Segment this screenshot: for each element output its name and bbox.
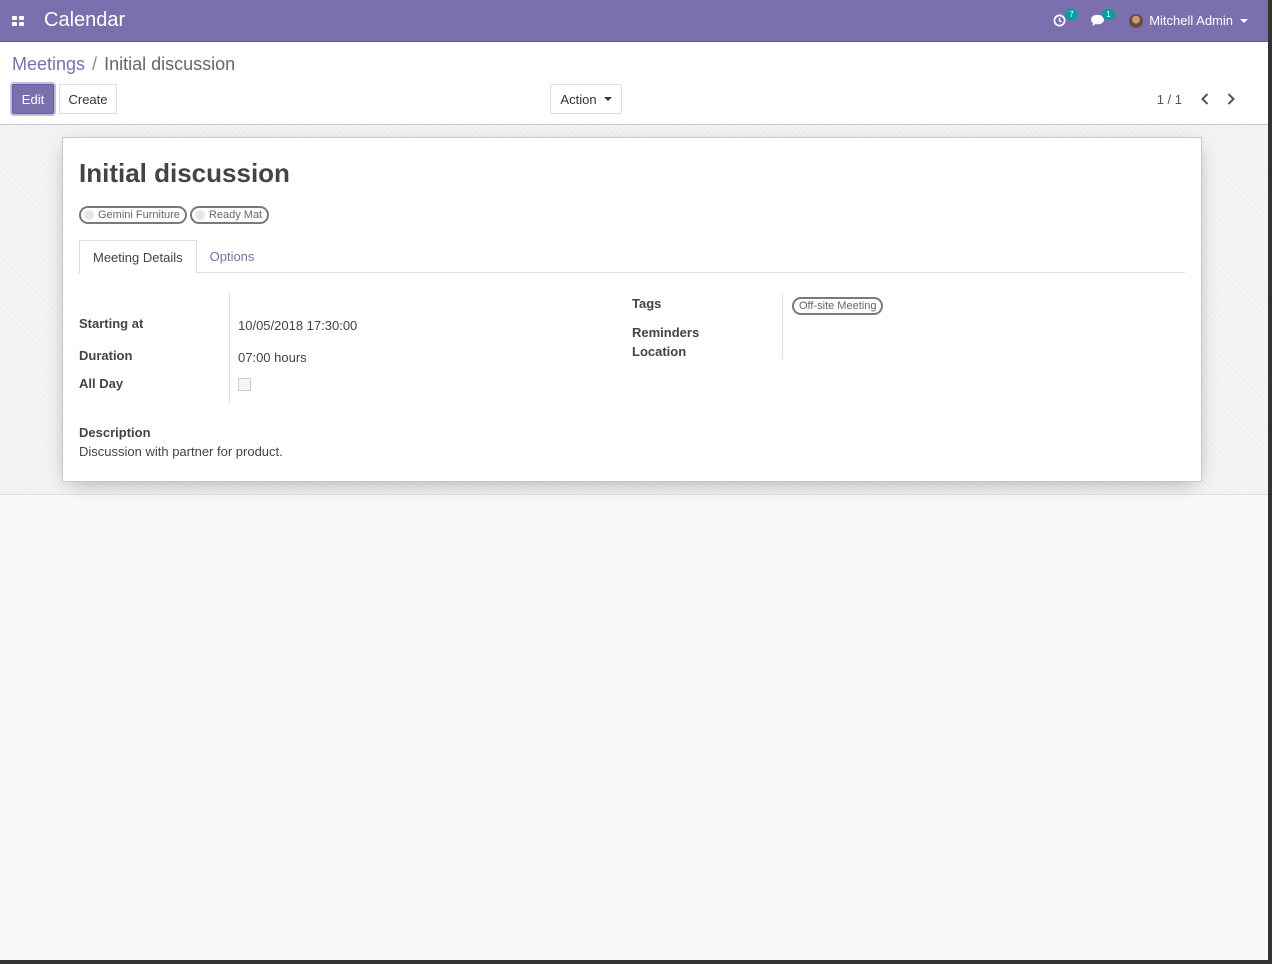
all-day-label: All Day — [79, 376, 124, 391]
chevron-down-icon — [1240, 18, 1248, 23]
pager-value[interactable]: 1 / 1 — [1157, 92, 1182, 107]
form-tabs: Meeting Details Options — [79, 240, 1185, 274]
tab-meeting-details[interactable]: Meeting Details — [79, 240, 197, 274]
duration-label: Duration — [79, 348, 133, 363]
attendees-tags: Gemini Furniture Ready Mat — [79, 206, 270, 224]
breadcrumb-separator: / — [92, 54, 98, 74]
attendee-tag-label: Gemini Furniture — [98, 209, 180, 221]
user-name: Mitchell Admin — [1149, 13, 1233, 28]
window-edge-bottom — [0, 960, 1272, 964]
pager: 1 / 1 — [1157, 84, 1244, 114]
apps-menu-icon[interactable] — [0, 0, 36, 42]
record-title: Initial discussion — [79, 158, 290, 188]
pager-next-button[interactable] — [1218, 84, 1244, 114]
tag-off-site-meeting[interactable]: Off-site Meeting — [792, 297, 884, 315]
duration-value: 07:00 hours — [238, 350, 307, 365]
window-edge — [1268, 0, 1272, 964]
attendee-tag[interactable]: Gemini Furniture — [79, 206, 187, 224]
location-label: Location — [632, 344, 687, 359]
field-divider — [229, 293, 230, 403]
activity-count-badge: 7 — [1065, 8, 1078, 20]
starting-at-label: Starting at — [79, 316, 144, 331]
message-count-badge: 1 — [1102, 8, 1115, 20]
starting-at-value: 10/05/2018 17:30:00 — [238, 318, 358, 333]
edit-button[interactable]: Edit — [12, 84, 54, 114]
tags-label: Tags — [632, 296, 662, 311]
all-day-checkbox[interactable] — [238, 378, 251, 391]
control-panel: Meetings / Initial discussion Edit Creat… — [0, 42, 1268, 125]
field-divider — [782, 293, 783, 359]
description-label: Description — [79, 425, 151, 440]
messaging-menu[interactable]: 1 — [1078, 0, 1117, 42]
top-navbar: Calendar 7 1 Mitchell Admin — [0, 0, 1268, 42]
action-dropdown-button[interactable]: Action — [550, 84, 622, 114]
pager-previous-button[interactable] — [1192, 84, 1218, 114]
avatar — [1129, 13, 1144, 28]
breadcrumb-meetings-link[interactable]: Meetings — [12, 54, 85, 75]
activity-menu[interactable]: 7 — [1041, 0, 1078, 42]
breadcrumb-current: Initial discussion — [104, 54, 236, 74]
action-label: Action — [560, 91, 597, 107]
chevron-left-icon — [1201, 93, 1209, 105]
chevron-right-icon — [1227, 93, 1235, 105]
attendee-status-dot — [84, 210, 94, 220]
attendee-tag[interactable]: Ready Mat — [189, 206, 270, 224]
create-button[interactable]: Create — [59, 84, 117, 114]
attendee-status-dot — [194, 210, 205, 220]
chevron-down-icon — [603, 97, 612, 101]
form-sheet: Initial discussion Gemini Furniture Read… — [62, 137, 1202, 482]
reminders-label: Reminders — [632, 325, 700, 340]
user-menu[interactable]: Mitchell Admin — [1117, 0, 1268, 42]
breadcrumb: Meetings / Initial discussion — [12, 54, 235, 75]
app-title[interactable]: Calendar — [44, 9, 125, 32]
tab-options[interactable]: Options — [197, 240, 268, 273]
attendee-tag-label: Ready Mat — [208, 209, 263, 221]
description-value: Discussion with partner for product. — [79, 444, 283, 459]
form-content-area: Initial discussion Gemini Furniture Read… — [0, 125, 1268, 495]
